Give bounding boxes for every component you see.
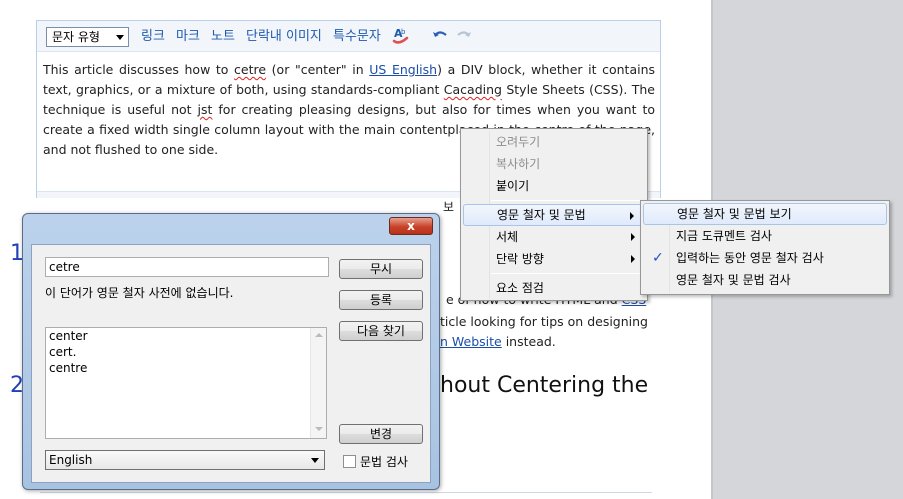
spellcheck-icon[interactable]: A b (391, 26, 411, 46)
special-characters-button[interactable]: 특수문자 (333, 29, 381, 44)
link-button[interactable]: 링크 (141, 29, 165, 44)
inline-image-button[interactable]: 단락내 이미지 (246, 29, 322, 44)
menu-item-paste[interactable]: 붙이기 (463, 175, 645, 197)
menu-item-font[interactable]: 서체 (463, 226, 645, 248)
list-item[interactable]: cert. (49, 344, 76, 360)
article-heading: hout Centering the (440, 373, 649, 398)
spell-check-dialog: x cetre 이 단어가 영문 철자 사전에 없습니다. 무시 등록 다음 찾… (22, 213, 440, 490)
website-link[interactable]: n Website (440, 334, 502, 349)
text-run: (or "center" in (266, 62, 370, 77)
misspelled-word-input[interactable]: cetre (45, 257, 329, 277)
menu-item-check-while-typing[interactable]: ✓ 입력하는 동안 영문 철자 검사 (643, 247, 887, 269)
text-run: instead. (501, 334, 556, 349)
add-button[interactable]: 등록 (339, 290, 423, 310)
find-next-button[interactable]: 다음 찾기 (339, 321, 423, 341)
chevron-right-icon (631, 233, 635, 241)
change-button[interactable]: 변경 (339, 424, 423, 444)
svg-text:b: b (401, 28, 406, 36)
divider (40, 492, 652, 493)
not-in-dictionary-message: 이 단어가 영문 철자 사전에 없습니다. (45, 286, 234, 300)
menu-item-label: 서체 (496, 230, 519, 244)
list-item[interactable]: centre (49, 360, 87, 376)
format-type-select[interactable]: 문자 유형 (46, 27, 129, 47)
grammar-check-label: 문법 검사 (360, 455, 408, 469)
chevron-down-icon (311, 458, 319, 463)
menu-item-show-spelling-grammar[interactable]: 영문 철자 및 문법 보기 (643, 203, 887, 225)
undo-icon[interactable] (431, 26, 449, 46)
us-english-link[interactable]: US English (369, 62, 437, 77)
note-button[interactable]: 노트 (211, 29, 235, 44)
text-run: This article discusses how to (43, 62, 235, 77)
article-text-line: n Website instead. (440, 332, 556, 352)
menu-separator (491, 200, 643, 201)
editor-toolbar: 문자 유형 링크 마크 노트 단락내 이미지 특수문자 A b (37, 21, 660, 52)
scroll-down-icon[interactable] (315, 427, 323, 431)
list-item[interactable]: center (49, 328, 88, 344)
dialog-body: cetre 이 단어가 영문 철자 사전에 없습니다. 무시 등록 다음 찾기 … (31, 244, 431, 483)
menu-item-paragraph-direction[interactable]: 단락 방향 (463, 248, 645, 270)
close-button[interactable]: x (389, 217, 433, 235)
menu-item-check-grammar-with-spelling[interactable]: 영문 철자 및 문법 검사 (643, 269, 887, 291)
scrollbar[interactable] (310, 328, 326, 438)
menu-separator (491, 273, 643, 274)
menu-item-label: 입력하는 동안 영문 철자 검사 (676, 251, 824, 265)
ignore-button[interactable]: 무시 (339, 259, 423, 279)
menu-item-check-document-now[interactable]: 지금 도큐멘트 검사 (643, 225, 887, 247)
grammar-check-checkbox[interactable]: 문법 검사 (343, 453, 408, 470)
spelling-submenu: 영문 철자 및 문법 보기 지금 도큐멘트 검사 ✓ 입력하는 동안 영문 철자 … (640, 200, 890, 295)
article-text-line: ticle looking for tips on designing (440, 314, 648, 329)
language-select[interactable]: English (45, 450, 325, 470)
checkmark-icon: ✓ (652, 250, 664, 266)
menu-item-inspect-element[interactable]: 요소 점검 (463, 277, 645, 299)
misspelled-word[interactable]: jst (198, 102, 213, 117)
suggestions-list[interactable]: center cert. centre (45, 327, 327, 439)
context-menu: 오려두기 복사하기 붙이기 영문 철자 및 문법 서체 단락 방향 요소 점검 (460, 128, 648, 301)
menu-item-label: 영문 철자 및 문법 (497, 208, 586, 222)
menu-item-copy[interactable]: 복사하기 (463, 153, 645, 175)
misspelled-word[interactable]: cetre (234, 62, 266, 77)
scroll-up-icon[interactable] (315, 333, 323, 337)
mark-button[interactable]: 마크 (176, 29, 200, 44)
chevron-right-icon (631, 255, 635, 263)
misspelled-word[interactable]: Cacading (444, 82, 502, 97)
menu-item-cut[interactable]: 오려두기 (463, 131, 645, 153)
chevron-right-icon (630, 212, 634, 220)
redo-icon[interactable] (455, 26, 473, 46)
language-value: English (49, 453, 93, 467)
menu-item-spelling-grammar[interactable]: 영문 철자 및 문법 (463, 204, 645, 226)
format-select-label: 문자 유형 (52, 30, 100, 44)
text-run: and not flushed to one side. (43, 142, 219, 157)
preview-button-fragment[interactable]: 보 (443, 198, 461, 216)
chevron-down-icon (116, 35, 124, 40)
menu-item-label: 단락 방향 (496, 252, 544, 266)
checkbox-box[interactable] (343, 455, 356, 468)
